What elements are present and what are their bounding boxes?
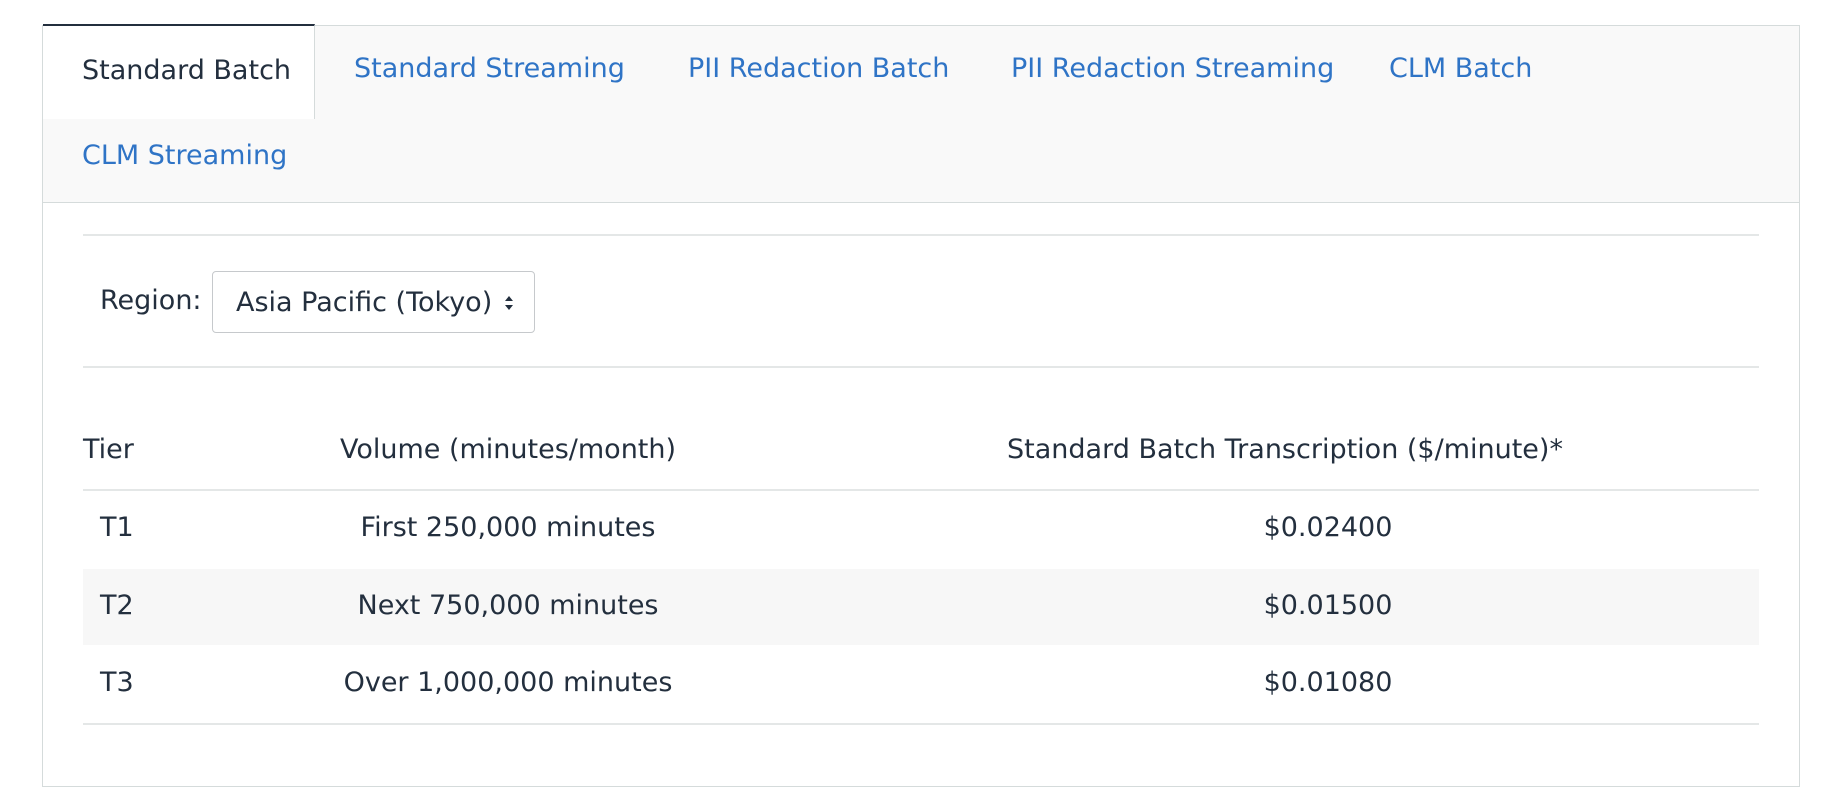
header-tier: Tier <box>83 434 134 465</box>
table-bottom-divider <box>83 723 1759 725</box>
divider-top <box>83 234 1759 236</box>
tab-label: PII Redaction Streaming <box>1011 53 1335 84</box>
tab-label: CLM Streaming <box>82 140 288 171</box>
region-selected-value: Asia Pacific (Tokyo) <box>236 287 493 318</box>
tab-label: PII Redaction Batch <box>688 53 950 84</box>
tab-clm-batch[interactable]: CLM Batch <box>1389 53 1532 85</box>
sort-arrows-icon <box>505 296 513 310</box>
tab-bar: Standard Batch Standard Streaming PII Re… <box>43 24 1799 203</box>
table-row: T3 Over 1,000,000 minutes $0.01080 <box>83 646 1759 722</box>
tab-label: CLM Batch <box>1389 53 1533 84</box>
header-volume: Volume (minutes/month) <box>339 434 677 465</box>
tab-clm-streaming[interactable]: CLM Streaming <box>82 140 287 172</box>
cell-volume: Over 1,000,000 minutes <box>343 667 673 698</box>
header-price: Standard Batch Transcription ($/minute)* <box>1007 434 1563 465</box>
cell-tier: T2 <box>100 590 134 621</box>
region-select[interactable]: Asia Pacific (Tokyo) <box>212 271 535 333</box>
tab-pii-redaction-batch[interactable]: PII Redaction Batch <box>688 53 949 85</box>
cell-volume: Next 750,000 minutes <box>357 590 659 621</box>
table-row: T1 First 250,000 minutes $0.02400 <box>83 491 1759 567</box>
region-label: Region: <box>100 285 202 316</box>
tab-label: Standard Streaming <box>354 53 625 84</box>
tab-standard-batch[interactable]: Standard Batch <box>43 24 315 119</box>
cell-tier: T3 <box>100 667 134 698</box>
pricing-tabs-panel: Standard Batch Standard Streaming PII Re… <box>42 24 1800 787</box>
table-row: T2 Next 750,000 minutes $0.01500 <box>83 569 1759 645</box>
tab-pii-redaction-streaming[interactable]: PII Redaction Streaming <box>1011 53 1334 85</box>
tab-label: Standard Batch <box>82 55 292 86</box>
cell-price: $0.01080 <box>1263 667 1393 698</box>
cell-price: $0.01500 <box>1263 590 1393 621</box>
divider-region <box>83 366 1759 368</box>
tab-standard-streaming[interactable]: Standard Streaming <box>354 53 625 85</box>
cell-tier: T1 <box>100 512 134 543</box>
cell-price: $0.02400 <box>1263 512 1393 543</box>
cell-volume: First 250,000 minutes <box>360 512 656 543</box>
